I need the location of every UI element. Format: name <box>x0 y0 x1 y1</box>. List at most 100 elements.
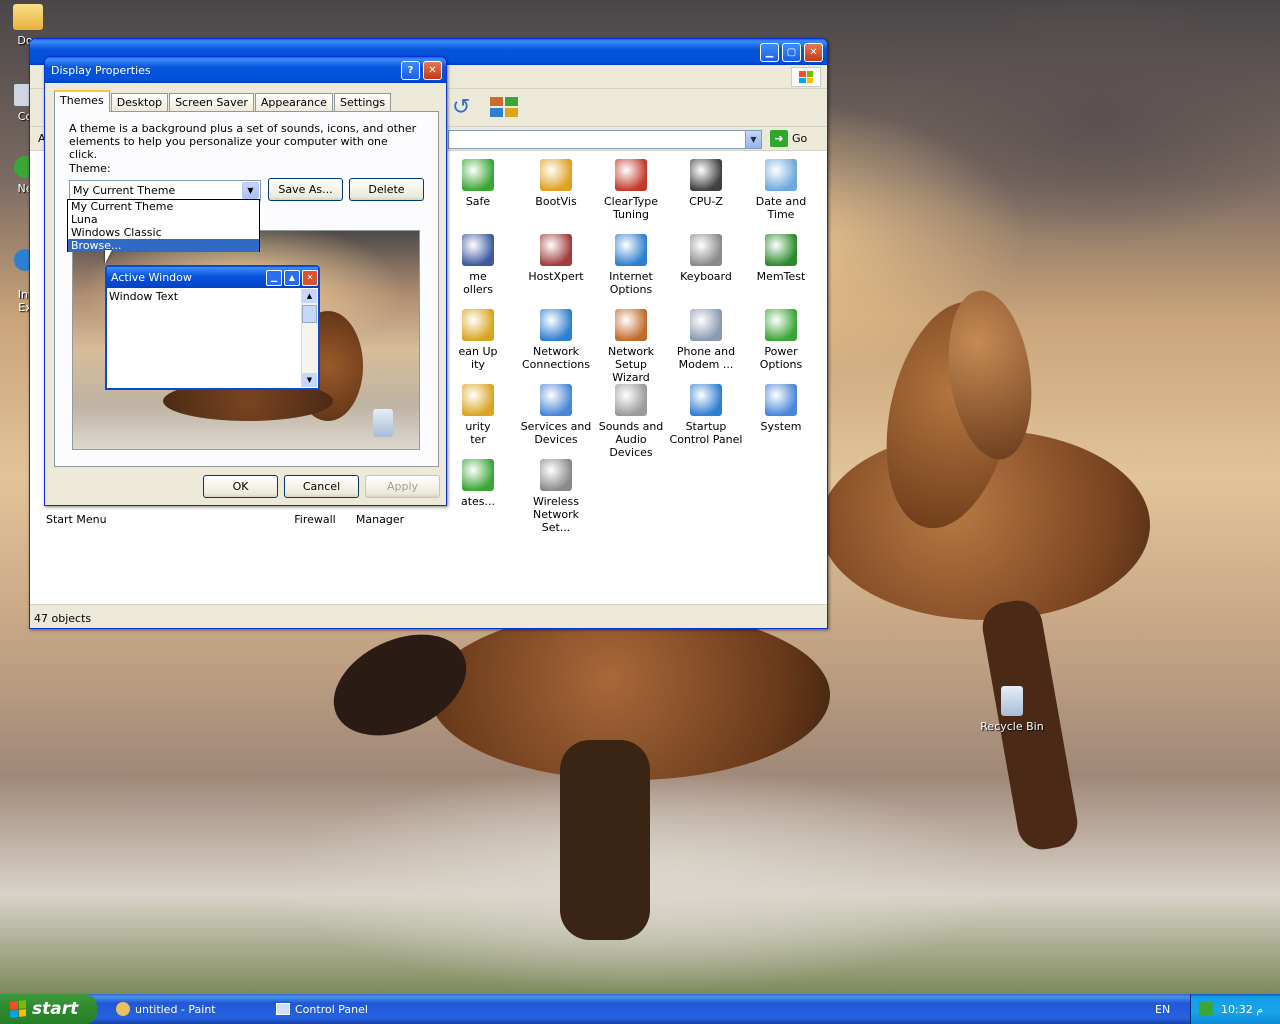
control-panel-item[interactable]: CPU-Z <box>668 159 744 208</box>
go-button[interactable]: ➜ Go <box>770 130 807 147</box>
control-panel-item[interactable]: Wireless Network Set... <box>518 459 594 534</box>
control-panel-item[interactable]: BootVis <box>518 159 594 208</box>
views-icon[interactable] <box>490 97 518 117</box>
update-icon <box>462 459 494 491</box>
scroll-up-icon: ▲ <box>302 289 317 303</box>
control-panel-item[interactable]: Manager <box>335 513 425 526</box>
control-panel-item-label: me ollers <box>463 270 493 296</box>
control-panel-item-label: Network Setup Wizard <box>608 345 654 384</box>
control-panel-item[interactable]: Keyboard <box>668 234 744 283</box>
chevron-down-icon[interactable]: ▼ <box>745 131 761 148</box>
theme-dropdown-list: My Current Theme Luna Windows Classic Br… <box>67 199 260 252</box>
safe-icon <box>462 159 494 191</box>
control-panel-item[interactable]: System <box>743 384 819 433</box>
control-panel-item[interactable]: Startup Control Panel <box>668 384 744 446</box>
dialog-close-button[interactable]: ✕ <box>423 60 442 80</box>
minimize-icon: ▁ <box>765 46 774 58</box>
cleartype-icon <box>615 159 647 191</box>
preview-active-window: Active Window ▁ ▲ ✕ Window Text ▲ ▼ <box>105 265 320 390</box>
tab-themes[interactable]: Themes <box>54 90 110 112</box>
tab-desktop[interactable]: Desktop <box>110 93 169 112</box>
delete-button[interactable]: Delete <box>349 178 424 201</box>
control-panel-item-label: urity ter <box>465 420 491 446</box>
clock-icon <box>765 159 797 191</box>
control-panel-item[interactable]: ClearType Tuning <box>593 159 669 221</box>
control-panel-item-label: Internet Options <box>609 270 653 296</box>
security-shield-icon[interactable] <box>1199 1002 1213 1016</box>
minimize-button[interactable]: ▁ <box>760 42 779 62</box>
mouse-cursor-icon <box>105 250 112 264</box>
preview-scrollbar: ▲ ▼ <box>301 289 317 387</box>
house-icon <box>615 309 647 341</box>
control-panel-item[interactable]: Network Setup Wizard <box>593 309 669 384</box>
control-panel-item[interactable]: ates... <box>440 459 516 508</box>
theme-option[interactable]: Luna <box>68 213 259 226</box>
battery-icon <box>765 309 797 341</box>
language-indicator[interactable]: EN <box>1155 1003 1170 1016</box>
gamecontroller-icon <box>462 234 494 266</box>
control-panel-item-label: BootVis <box>535 195 577 208</box>
paint-icon <box>116 1002 130 1016</box>
control-panel-item[interactable]: ean Up ity <box>440 309 516 371</box>
control-panel-item[interactable]: urity ter <box>440 384 516 446</box>
taskbar-item-paint[interactable]: untitled - Paint <box>108 997 263 1021</box>
start-label: start <box>32 999 79 1019</box>
cleanup-icon <box>462 309 494 341</box>
control-panel-item[interactable]: Services and Devices <box>518 384 594 446</box>
theme-select-value: My Current Theme <box>73 184 176 197</box>
control-panel-item-label: Date and Time <box>755 195 807 221</box>
control-panel-item-label: Keyboard <box>680 270 732 283</box>
control-panel-item[interactable]: Network Connections <box>518 309 594 371</box>
control-panel-item[interactable]: me ollers <box>440 234 516 296</box>
tab-strip: Themes Desktop Screen Saver Appearance S… <box>54 90 392 112</box>
control-panel-item-label: Phone and Modem ... <box>676 345 736 371</box>
theme-option-selected[interactable]: Browse... <box>68 239 259 252</box>
scroll-down-icon: ▼ <box>302 373 317 387</box>
control-panel-item[interactable]: Safe <box>440 159 516 208</box>
display-properties-titlebar[interactable]: Display Properties ? ✕ <box>45 57 446 83</box>
services-icon <box>540 384 572 416</box>
preview-recycle-bin-icon <box>373 409 393 437</box>
theme-option[interactable]: My Current Theme <box>68 200 259 213</box>
desktop-icon-recycle-bin[interactable]: Recycle Bin <box>980 686 1044 733</box>
control-panel-item[interactable]: Power Options <box>743 309 819 371</box>
taskbar-item-control-panel[interactable]: Control Panel <box>268 997 423 1021</box>
theme-option[interactable]: Windows Classic <box>68 226 259 239</box>
control-panel-item-label: Manager <box>355 513 405 526</box>
scroll-thumb <box>302 305 317 323</box>
control-panel-item[interactable]: Sounds and Audio Devices <box>593 384 669 459</box>
theme-select[interactable]: My Current Theme ▼ <box>69 180 261 201</box>
themes-panel: A theme is a background plus a set of so… <box>54 111 439 467</box>
undo-icon[interactable]: ↺ <box>452 95 470 120</box>
tab-settings[interactable]: Settings <box>333 93 392 112</box>
system-tray: 10:32 م <box>1190 994 1280 1024</box>
address-input[interactable]: ▼ <box>448 130 762 149</box>
maximize-button[interactable]: ▢ <box>782 42 801 62</box>
control-panel-item[interactable]: Start Menu <box>46 513 136 526</box>
ok-button[interactable]: OK <box>203 475 278 498</box>
control-panel-item[interactable]: Date and Time <box>743 159 819 221</box>
control-panel-item[interactable]: Internet Options <box>593 234 669 296</box>
tab-screen-saver[interactable]: Screen Saver <box>169 93 254 112</box>
folder-icon <box>13 4 43 30</box>
monitor-icon <box>690 384 722 416</box>
control-panel-item[interactable]: HostXpert <box>518 234 594 283</box>
apply-button[interactable]: Apply <box>365 475 440 498</box>
start-button[interactable]: start <box>0 994 97 1024</box>
cancel-button[interactable]: Cancel <box>284 475 359 498</box>
wireless-icon <box>540 459 572 491</box>
keyboard-icon <box>690 234 722 266</box>
control-panel-item[interactable]: Phone and Modem ... <box>668 309 744 371</box>
close-button[interactable]: ✕ <box>804 42 823 62</box>
control-panel-item[interactable]: MemTest <box>743 234 819 283</box>
save-as-button[interactable]: Save As... <box>268 178 343 201</box>
preview-window-title: Active Window <box>111 271 192 284</box>
taskbar-item-label: untitled - Paint <box>135 1002 216 1016</box>
chevron-down-icon[interactable]: ▼ <box>242 182 259 199</box>
wallpaper-horse-legs <box>560 740 650 940</box>
globe-icon <box>615 234 647 266</box>
help-button[interactable]: ? <box>401 60 420 80</box>
clock[interactable]: 10:32 م <box>1221 1003 1263 1016</box>
phone-icon <box>690 309 722 341</box>
tab-appearance[interactable]: Appearance <box>254 93 333 112</box>
